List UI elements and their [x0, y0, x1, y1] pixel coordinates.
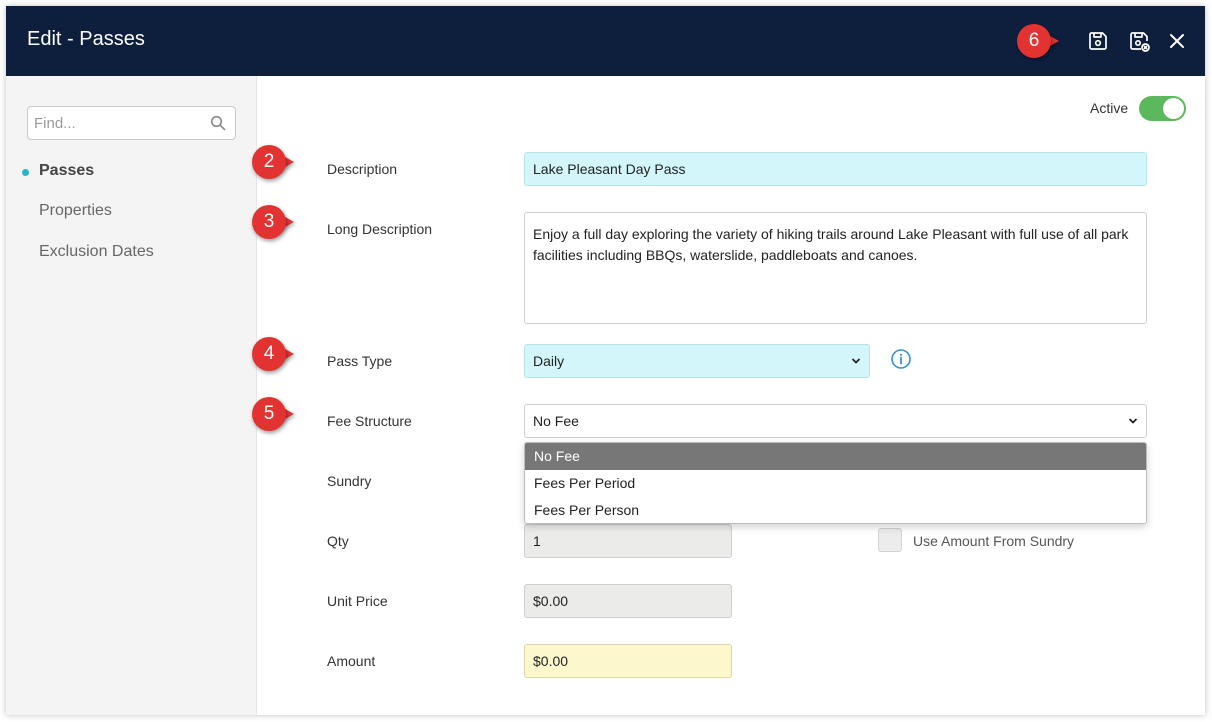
use-amount-from-sundry-label: Use Amount From Sundry	[913, 533, 1075, 549]
description-label: Description	[327, 161, 398, 177]
unit-price-input[interactable]: $0.00	[524, 584, 732, 618]
callout-number: 4	[252, 337, 286, 371]
toggle-knob	[1163, 98, 1184, 119]
active-toggle[interactable]	[1139, 96, 1186, 121]
callout-number: 2	[252, 145, 286, 179]
unit-price-label: Unit Price	[327, 593, 388, 609]
active-item-indicator	[22, 169, 29, 176]
pass-type-label: Pass Type	[327, 353, 393, 369]
callout-3: 3	[252, 205, 298, 239]
search-icon[interactable]	[210, 115, 226, 131]
callout-number: 5	[252, 397, 286, 431]
dropdown-option-no-fee[interactable]: No Fee	[525, 443, 1146, 470]
description-input[interactable]: Lake Pleasant Day Pass	[524, 152, 1147, 186]
fee-structure-select[interactable]: No Fee	[524, 404, 1147, 438]
find-input[interactable]	[28, 107, 208, 139]
callout-6: 6	[1017, 24, 1063, 58]
window-title: Edit - Passes	[27, 28, 145, 50]
chevron-down-icon	[1128, 418, 1138, 424]
amount-label: Amount	[327, 653, 376, 669]
long-description-textarea[interactable]: Enjoy a full day exploring the variety o…	[524, 212, 1147, 324]
fee-structure-label: Fee Structure	[327, 413, 412, 429]
use-amount-from-sundry-checkbox[interactable]	[878, 528, 902, 552]
callout-5: 5	[252, 397, 298, 431]
chevron-down-icon	[851, 358, 861, 364]
long-description-label: Long Description	[327, 221, 433, 237]
qty-input[interactable]: 1	[524, 524, 732, 558]
active-label: Active	[1090, 100, 1129, 116]
sidebar-item-passes[interactable]: Passes	[39, 162, 94, 180]
callout-number: 3	[252, 205, 286, 239]
callout-2: 2	[252, 145, 298, 179]
dropdown-option-fees-per-period[interactable]: Fees Per Period	[525, 470, 1146, 497]
save-close-icon[interactable]	[1127, 29, 1151, 53]
main-form: Active 2 3 4 5 Description Lake Pleasant…	[252, 76, 1205, 715]
callout-4: 4	[252, 337, 298, 371]
sidebar: Passes Properties Exclusion Dates	[6, 76, 257, 715]
info-icon[interactable]	[890, 348, 912, 370]
fee-structure-value: No Fee	[533, 413, 579, 429]
title-bar: Edit - Passes 6	[6, 6, 1205, 76]
find-box	[27, 106, 236, 140]
pass-type-select[interactable]: Daily	[524, 344, 870, 378]
dropdown-option-fees-per-person[interactable]: Fees Per Person	[525, 497, 1146, 523]
callout-number: 6	[1017, 24, 1051, 58]
fee-structure-dropdown: No Fee Fees Per Period Fees Per Person	[524, 442, 1147, 524]
edit-passes-window: Edit - Passes 6 Find... Passes Propertie…	[6, 6, 1205, 715]
qty-label: Qty	[327, 533, 349, 549]
sundry-label: Sundry	[327, 473, 372, 489]
close-icon[interactable]	[1165, 29, 1189, 53]
amount-input[interactable]: $0.00	[524, 644, 732, 678]
pass-type-value: Daily	[533, 353, 565, 369]
sidebar-item-exclusion-dates[interactable]: Exclusion Dates	[39, 243, 154, 261]
save-icon[interactable]	[1086, 29, 1110, 53]
sidebar-item-properties[interactable]: Properties	[39, 202, 112, 220]
